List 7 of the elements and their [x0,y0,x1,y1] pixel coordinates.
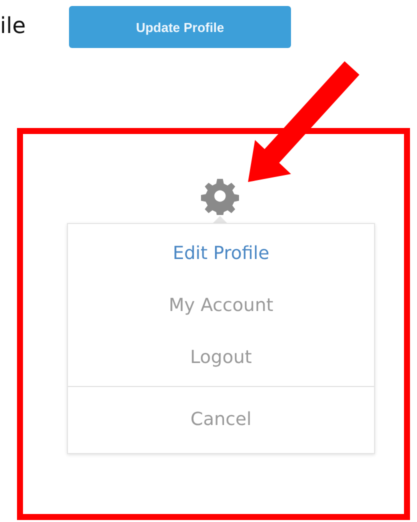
profile-label: ile [0,16,27,38]
settings-icon[interactable] [201,177,239,215]
menu-item[interactable]: My Account [68,280,374,332]
cancel-item[interactable]: Cancel [68,387,374,453]
menu-item[interactable]: Edit Profile [68,228,374,280]
update-profile-button[interactable]: Update Profile [69,6,291,48]
menu-item[interactable]: Logout [68,332,374,384]
